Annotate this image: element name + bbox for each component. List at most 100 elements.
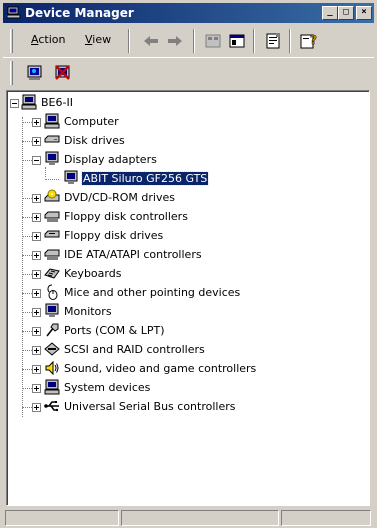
mouse-icon: [47, 284, 58, 300]
tree-item-sound[interactable]: Sound, video and game controllers: [7, 360, 347, 378]
expand-toggle[interactable]: [32, 327, 41, 336]
tree-root-row[interactable]: BE6-II: [7, 94, 207, 112]
scsi-icon: [44, 342, 60, 356]
tree-item-label-selected: ABIT Siluro GF256 GTS: [80, 171, 210, 186]
tree-item-label: Display adapters: [64, 153, 157, 166]
device-tree[interactable]: BE6-II Computer Disk drives Display adap…: [6, 90, 370, 506]
expand-toggle[interactable]: [32, 346, 41, 355]
port-connector-icon: [46, 323, 59, 337]
keyboard-icon: [44, 268, 60, 279]
expand-toggle[interactable]: [32, 365, 41, 374]
expand-toggle[interactable]: [32, 213, 41, 222]
minimize-button[interactable]: _: [322, 6, 338, 20]
tree-item-floppy-drives[interactable]: Floppy disk drives: [7, 227, 347, 245]
tree-item-label: IDE ATA/ATAPI controllers: [64, 248, 202, 261]
tree-item-computer[interactable]: Computer: [7, 113, 347, 131]
floppy-drive-icon: [44, 230, 60, 238]
disk-drive-icon: [44, 135, 60, 143]
tree-item-display-adapters[interactable]: Display adapters: [7, 151, 347, 169]
expand-toggle[interactable]: [32, 270, 41, 279]
status-panel-1: [5, 510, 119, 526]
computer-icon: [44, 379, 60, 395]
menu-action[interactable]: Action: [31, 33, 65, 46]
uninstall-icon[interactable]: [53, 63, 73, 83]
expand-toggle[interactable]: [32, 251, 41, 260]
toolbar-grip[interactable]: [10, 29, 13, 53]
tree-item-label: Computer: [64, 115, 119, 128]
expand-toggle[interactable]: [32, 137, 41, 146]
scan-hardware-icon[interactable]: [25, 63, 45, 83]
monitor-icon: [45, 303, 59, 317]
action-toolbar: [3, 57, 374, 87]
speaker-icon: [45, 360, 59, 376]
properties-icon[interactable]: [263, 31, 283, 51]
collapse-toggle[interactable]: [10, 99, 19, 108]
collapse-toggle[interactable]: [32, 156, 41, 165]
tree-item-label: Sound, video and game controllers: [64, 362, 257, 375]
tree-item-monitors[interactable]: Monitors: [7, 303, 347, 321]
expand-toggle[interactable]: [32, 194, 41, 203]
maximize-button[interactable]: □: [338, 6, 354, 20]
tree-item-label: Floppy disk controllers: [64, 210, 188, 223]
tree-item-label: Disk drives: [64, 134, 125, 147]
expand-toggle[interactable]: [32, 308, 41, 317]
tree-item-usb[interactable]: Universal Serial Bus controllers: [7, 398, 347, 416]
window-title: Device Manager: [25, 6, 134, 20]
toolbar-separator-4: [289, 29, 291, 53]
toolbar-separator-3: [253, 29, 255, 53]
tree-item-mice[interactable]: Mice and other pointing devices: [7, 284, 347, 302]
controller-icon: [44, 211, 60, 222]
tree-item-disk-drives[interactable]: Disk drives: [7, 132, 347, 150]
tree-item-ports[interactable]: Ports (COM & LPT): [7, 322, 347, 340]
tree-item-label: Universal Serial Bus controllers: [64, 400, 236, 413]
tree-item-label: SCSI and RAID controllers: [64, 343, 205, 356]
monitor-icon: [45, 151, 59, 165]
expand-toggle[interactable]: [32, 403, 41, 412]
status-panel-2: [121, 510, 279, 526]
tree-item-abit-siluro[interactable]: ABIT Siluro GF256 GTS: [7, 170, 347, 188]
device-manager-window: Device Manager _ □ × Action View ? BE6-I…: [0, 0, 377, 528]
toolbar-separator-2: [193, 29, 195, 53]
tree-item-ide-controllers[interactable]: IDE ATA/ATAPI controllers: [7, 246, 347, 264]
tree-item-dvd-cdrom[interactable]: DVD/CD-ROM drives: [7, 189, 347, 207]
tree-item-label: Mice and other pointing devices: [64, 286, 241, 299]
status-bar: [3, 508, 374, 526]
expand-toggle[interactable]: [32, 118, 41, 127]
expand-toggle[interactable]: [32, 384, 41, 393]
status-panel-3: [281, 510, 371, 526]
menu-view[interactable]: View: [85, 33, 111, 46]
forward-arrow-icon[interactable]: [165, 31, 185, 51]
cdrom-icon: [44, 189, 60, 202]
menu-toolbar-row: Action View ?: [3, 25, 374, 55]
tree-item-scsi[interactable]: SCSI and RAID controllers: [7, 341, 347, 359]
menu-action-rest: ction: [38, 33, 66, 46]
back-arrow-icon[interactable]: [141, 31, 161, 51]
menu-view-rest: iew: [92, 33, 112, 46]
computer-icon: [44, 113, 60, 129]
controller-icon: [44, 249, 60, 260]
tree-item-label: Monitors: [64, 305, 112, 318]
computer-icon: [21, 94, 37, 110]
toolbar-separator: [128, 29, 130, 53]
close-button[interactable]: ×: [356, 6, 372, 20]
usb-icon: [44, 401, 59, 412]
properties-pane-icon[interactable]: [227, 31, 247, 51]
help-icon[interactable]: ?: [299, 31, 319, 51]
tree-item-label: Keyboards: [64, 267, 122, 280]
tree-item-keyboards[interactable]: Keyboards: [7, 265, 347, 283]
expand-toggle[interactable]: [32, 289, 41, 298]
tree-item-label: System devices: [64, 381, 151, 394]
tree-item-floppy-controllers[interactable]: Floppy disk controllers: [7, 208, 347, 226]
device-list-icon[interactable]: [203, 31, 223, 51]
tree-root-label: BE6-II: [41, 96, 73, 109]
title-bar[interactable]: Device Manager _ □ ×: [3, 3, 374, 23]
tree-connector: [45, 179, 59, 181]
tree-item-system-devices[interactable]: System devices: [7, 379, 347, 397]
toolbar2-grip[interactable]: [10, 61, 13, 85]
device-manager-icon: [7, 6, 21, 19]
monitor-icon: [64, 170, 78, 184]
svg-text:?: ?: [310, 33, 317, 47]
tree-item-label: DVD/CD-ROM drives: [64, 191, 175, 204]
tree-item-label: Floppy disk drives: [64, 229, 164, 242]
expand-toggle[interactable]: [32, 232, 41, 241]
